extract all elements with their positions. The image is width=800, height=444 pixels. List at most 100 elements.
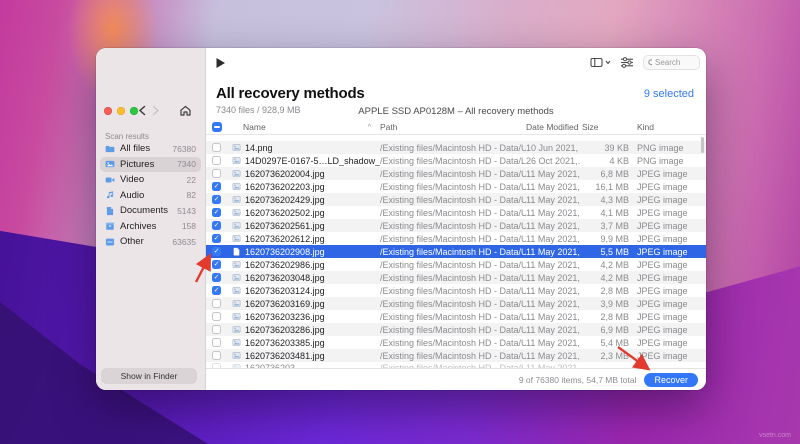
filter-sliders-icon[interactable] bbox=[620, 57, 634, 68]
file-path: /Existing files/Macintosh HD - Data/Use… bbox=[380, 246, 526, 257]
table-row[interactable]: 1620736202502.jpg /Existing files/Macint… bbox=[206, 206, 706, 219]
file-kind: JPEG image bbox=[637, 207, 688, 218]
sidebar-item-icon bbox=[105, 175, 115, 185]
sidebar-item[interactable]: Audio 82 bbox=[100, 188, 201, 204]
file-type-icon bbox=[232, 273, 241, 282]
table-row[interactable]: 1620736202986.jpg /Existing files/Macint… bbox=[206, 258, 706, 271]
file-path: /Existing files/Macintosh HD - Data/Use… bbox=[380, 181, 526, 192]
table-row[interactable]: 1620736202203.jpg /Existing files/Macint… bbox=[206, 180, 706, 193]
sidebar-item-count: 158 bbox=[181, 221, 196, 232]
file-path: /Existing files/Macintosh HD - Data/Use… bbox=[380, 207, 526, 218]
watermark: vsetn.com bbox=[759, 432, 791, 439]
show-in-finder-button[interactable]: Show in Finder bbox=[102, 369, 196, 383]
footer-bar: 9 of 76380 items, 54,7 MB total Recover bbox=[206, 368, 706, 390]
file-path: /Existing files/Macintosh HD - Data/Use… bbox=[380, 311, 526, 322]
row-checkbox[interactable] bbox=[212, 221, 221, 230]
row-checkbox[interactable] bbox=[212, 351, 221, 360]
sidebar-item-label: Pictures bbox=[120, 158, 155, 170]
row-checkbox[interactable] bbox=[212, 234, 221, 243]
search-field[interactable] bbox=[643, 55, 700, 70]
sidebar-item[interactable]: Other 63635 bbox=[100, 234, 201, 250]
close-window-button[interactable] bbox=[104, 107, 112, 115]
sidebar-item-count: 7340 bbox=[177, 159, 196, 170]
row-checkbox[interactable] bbox=[212, 325, 221, 334]
file-size: 4,2 MB bbox=[600, 272, 629, 283]
sidebar-section-label: Scan results bbox=[105, 132, 150, 141]
row-checkbox[interactable] bbox=[212, 195, 221, 204]
minimize-window-button[interactable] bbox=[117, 107, 125, 115]
select-all-checkbox[interactable] bbox=[212, 122, 222, 132]
file-date: 11 May 2021, … bbox=[526, 285, 581, 296]
clipped-row-bottom: 1620736203… /Existing files/Macintosh HD… bbox=[206, 362, 706, 368]
file-size: 4,2 MB bbox=[600, 259, 629, 270]
table-row[interactable]: 14.png /Existing files/Macintosh HD - Da… bbox=[206, 141, 706, 154]
scrollbar-thumb[interactable] bbox=[701, 137, 704, 153]
file-type-icon bbox=[232, 169, 241, 178]
column-header-kind[interactable]: Kind bbox=[631, 122, 706, 132]
row-checkbox[interactable] bbox=[212, 312, 221, 321]
file-name: 1620736202561.jpg bbox=[245, 220, 325, 231]
forward-icon[interactable] bbox=[151, 105, 160, 116]
file-path: /Existing files/Macintosh HD - Data/Use… bbox=[380, 220, 526, 231]
table-row[interactable]: 14D0297E-0167-5…LD_shadow_220.png /Exist… bbox=[206, 154, 706, 167]
sidebar-item[interactable]: All files 76380 bbox=[100, 141, 201, 157]
table-row[interactable]: 1620736202612.jpg /Existing files/Macint… bbox=[206, 232, 706, 245]
sidebar-item[interactable]: Pictures 7340 bbox=[100, 156, 201, 172]
column-header-date[interactable]: Date Modified bbox=[526, 122, 581, 132]
file-date: 11 May 2021, … bbox=[526, 259, 581, 270]
table-row[interactable]: 1620736202561.jpg /Existing files/Macint… bbox=[206, 219, 706, 232]
file-path: /Existing files/Macintosh HD - Data/Use… bbox=[380, 142, 526, 153]
file-date: 11 May 2021, … bbox=[526, 194, 581, 205]
sidebar-item[interactable]: Documents 5143 bbox=[100, 203, 201, 219]
column-header-size[interactable]: Size bbox=[581, 122, 631, 132]
row-checkbox[interactable] bbox=[212, 143, 221, 152]
sidebar-item[interactable]: Archives 158 bbox=[100, 219, 201, 235]
search-input[interactable] bbox=[655, 58, 695, 67]
table-row[interactable]: 1620736202908.jpg /Existing files/Macint… bbox=[206, 245, 706, 258]
row-checkbox[interactable] bbox=[212, 247, 221, 256]
row-checkbox[interactable] bbox=[212, 260, 221, 269]
file-name: 1620736203124.jpg bbox=[245, 285, 325, 296]
sidebar-item-label: Audio bbox=[120, 189, 145, 201]
recover-button[interactable]: Recover bbox=[644, 372, 698, 387]
content-header: All recovery methods 7340 files / 928,9 … bbox=[206, 78, 706, 120]
table-row[interactable]: 1620736203286.jpg /Existing files/Macint… bbox=[206, 323, 706, 336]
file-size: 3,7 MB bbox=[600, 220, 629, 231]
sidebar-item-icon bbox=[105, 190, 115, 200]
window-controls bbox=[104, 107, 138, 115]
fullscreen-window-button[interactable] bbox=[130, 107, 138, 115]
row-checkbox[interactable] bbox=[212, 208, 221, 217]
row-checkbox[interactable] bbox=[212, 338, 221, 347]
file-kind: JPEG image bbox=[637, 350, 688, 361]
column-header-name[interactable]: Name ^ bbox=[230, 122, 380, 132]
table-row[interactable]: 1620736203481.jpg /Existing files/Macint… bbox=[206, 349, 706, 362]
file-size: 3,9 MB bbox=[600, 298, 629, 309]
row-checkbox[interactable] bbox=[212, 286, 221, 295]
table-row[interactable]: 1620736203169.jpg /Existing files/Macint… bbox=[206, 297, 706, 310]
table-row[interactable]: 1620736203385.jpg /Existing files/Macint… bbox=[206, 336, 706, 349]
table-row[interactable]: 1620736203048.jpg /Existing files/Macint… bbox=[206, 271, 706, 284]
file-type-icon bbox=[232, 195, 241, 204]
sidebar-item[interactable]: Video 22 bbox=[100, 172, 201, 188]
file-name: 1620736203286.jpg bbox=[245, 324, 325, 335]
row-checkbox[interactable] bbox=[212, 182, 221, 191]
row-checkbox[interactable] bbox=[212, 299, 221, 308]
selected-count-badge: 9 selected bbox=[643, 88, 694, 100]
file-kind: PNG image bbox=[637, 142, 684, 153]
play-icon[interactable] bbox=[215, 57, 226, 69]
file-path: /Existing files/Macintosh HD - Data/Use… bbox=[380, 350, 526, 361]
file-kind: PNG image bbox=[637, 155, 684, 166]
table-row[interactable]: 1620736202004.jpg /Existing files/Macint… bbox=[206, 167, 706, 180]
column-header-path[interactable]: Path bbox=[380, 122, 526, 132]
file-kind: JPEG image bbox=[637, 298, 688, 309]
table-row[interactable]: 1620736203124.jpg /Existing files/Macint… bbox=[206, 284, 706, 297]
table-row[interactable]: 1620736203236.jpg /Existing files/Macint… bbox=[206, 310, 706, 323]
file-name: 1620736202612.jpg bbox=[245, 233, 325, 244]
row-checkbox[interactable] bbox=[212, 273, 221, 282]
view-options-button[interactable] bbox=[590, 57, 611, 68]
row-checkbox[interactable] bbox=[212, 156, 221, 165]
home-icon[interactable] bbox=[179, 104, 192, 117]
table-row[interactable]: 1620736202429.jpg /Existing files/Macint… bbox=[206, 193, 706, 206]
back-icon[interactable] bbox=[138, 105, 147, 116]
row-checkbox[interactable] bbox=[212, 169, 221, 178]
